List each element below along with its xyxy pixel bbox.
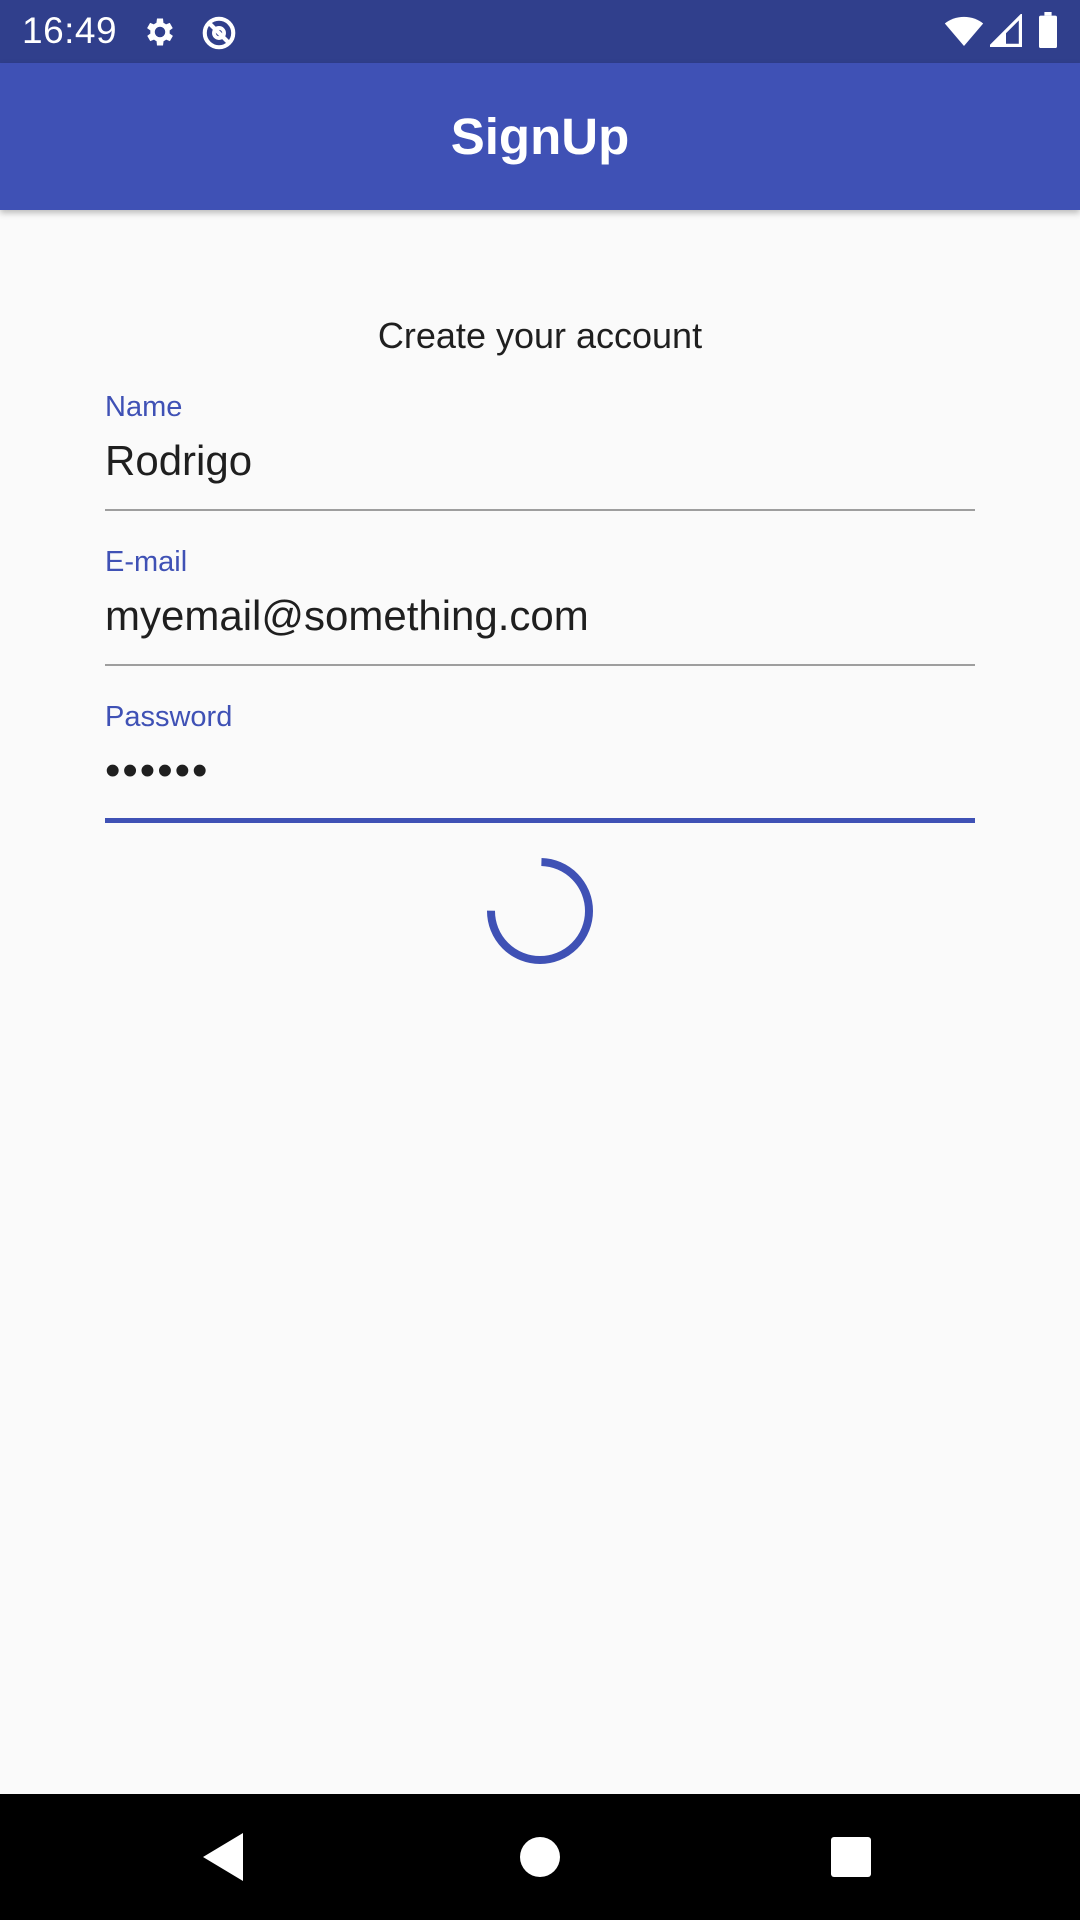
name-field-label: Name — [105, 391, 183, 423]
back-button[interactable] — [150, 1794, 300, 1920]
battery-icon — [1038, 12, 1058, 48]
password-field-underline — [105, 818, 975, 823]
home-icon — [520, 1837, 560, 1877]
recents-button[interactable] — [776, 1794, 926, 1920]
name-field[interactable]: Name Rodrigo — [105, 390, 975, 511]
email-field[interactable]: E-mail myemail@something.com — [105, 545, 975, 666]
name-field-underline — [105, 509, 975, 511]
password-input[interactable]: •••••• — [105, 746, 975, 796]
sync-blocked-icon — [200, 14, 238, 52]
back-icon — [203, 1833, 243, 1881]
email-field-underline — [105, 664, 975, 666]
loading-spinner — [486, 857, 594, 965]
page-title: SignUp — [450, 108, 630, 165]
password-field-label: Password — [105, 701, 233, 733]
status-bar: 16:49 — [0, 0, 1080, 63]
system-nav-bar — [0, 1794, 1080, 1920]
signal-icon — [990, 14, 1022, 48]
gear-icon — [142, 14, 178, 50]
status-time: 16:49 — [22, 10, 118, 51]
app-bar: SignUp — [0, 63, 1080, 210]
home-button[interactable] — [465, 1794, 615, 1920]
password-field[interactable]: Password •••••• — [105, 700, 975, 826]
recents-icon — [831, 1837, 871, 1877]
email-field-label: E-mail — [105, 546, 188, 578]
name-input[interactable]: Rodrigo — [105, 436, 975, 486]
wifi-icon — [944, 14, 984, 48]
email-input[interactable]: myemail@something.com — [105, 591, 975, 641]
form-subtitle: Create your account — [377, 315, 703, 356]
